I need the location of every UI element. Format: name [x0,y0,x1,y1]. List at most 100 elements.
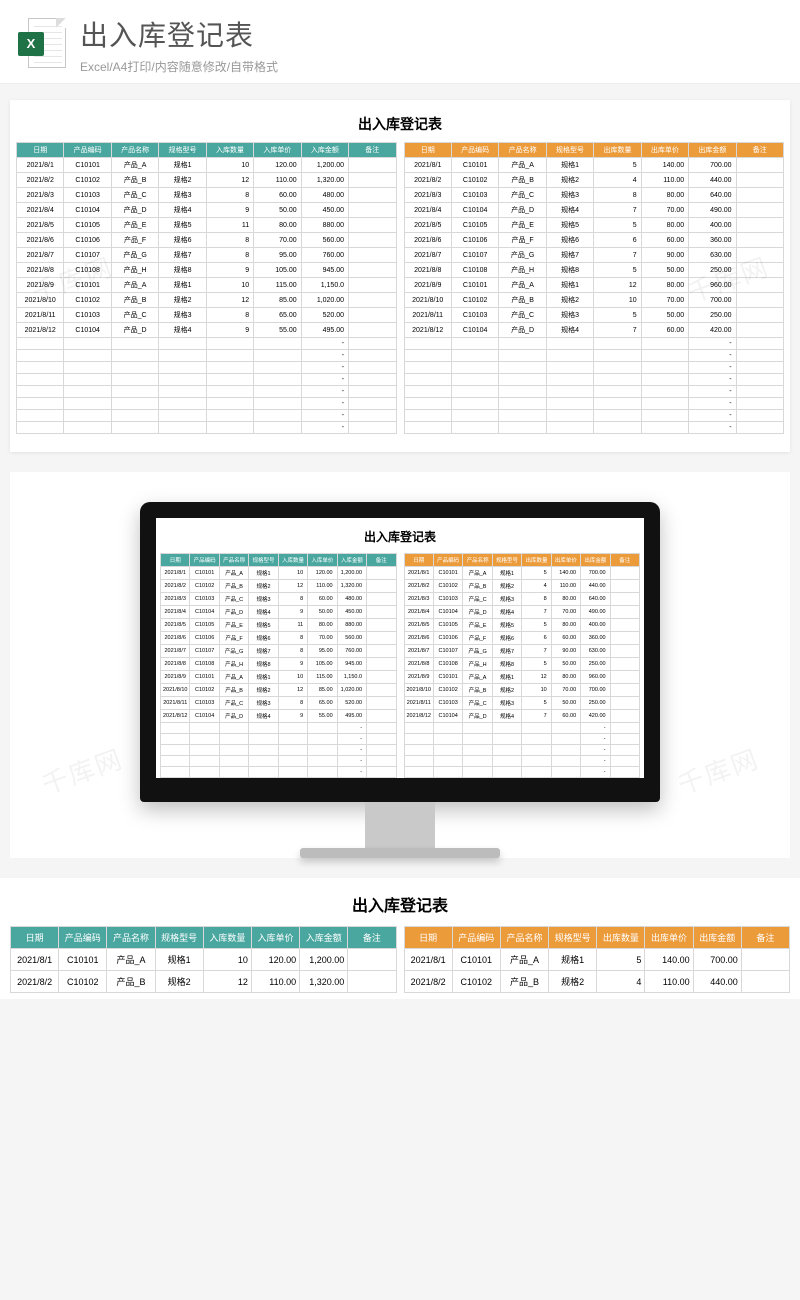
cell: 产品_D [219,710,248,723]
cell: 规格2 [546,293,593,308]
cell [451,386,498,398]
cell [278,723,307,734]
cell: 规格3 [249,593,278,606]
cell: 产品_B [219,684,248,697]
table-gap [396,278,404,293]
cell: - [301,338,348,350]
cell [551,723,580,734]
cell [278,745,307,756]
cell [367,580,396,593]
cell: 规格8 [492,658,521,671]
cell [433,778,462,779]
cell: 560.00 [301,233,348,248]
cell: 产品_A [111,158,158,173]
inout-table: 日期产品编码产品名称规格型号入库数量入库单价入库金额备注日期产品编码产品名称规格… [16,142,784,434]
cell [64,398,111,410]
cell: 700.00 [581,684,610,697]
cell: 6 [522,632,551,645]
cell: 2021/8/5 [404,619,433,632]
cell: 7 [594,323,641,338]
col-header-in: 入库金额 [337,554,366,567]
table-gap [396,756,404,767]
cell [404,723,433,734]
table-gap [396,767,404,778]
cell [367,734,396,745]
cell: 规格8 [249,658,278,671]
cell [404,362,451,374]
cell [161,734,190,745]
cell: 70.00 [641,203,688,218]
cell [610,723,639,734]
table-gap [396,188,404,203]
cell: 8 [278,632,307,645]
cell: 规格4 [546,203,593,218]
col-header-out: 日期 [404,927,452,949]
cell: 55.00 [254,323,301,338]
cell [190,734,219,745]
cell: 115.00 [254,278,301,293]
cell: 12 [203,971,251,993]
cell: 规格5 [492,619,521,632]
cell [492,734,521,745]
cell: 490.00 [581,606,610,619]
table-row: 2021/8/8C10108产品_H规格89105.00945.002021/8… [161,658,640,671]
cell [206,386,253,398]
cell [736,233,783,248]
cell [367,658,396,671]
cell: 产品_B [499,293,546,308]
cell: 规格5 [159,218,206,233]
col-header-in: 日期 [17,143,64,158]
page-header: X 出入库登记表 Excel/A4打印/内容随意修改/自带格式 [0,0,800,84]
cell: 10 [203,949,251,971]
cell [451,362,498,374]
cell: 110.00 [551,580,580,593]
cell: 产品_B [499,173,546,188]
cell [349,398,396,410]
cell: 65.00 [254,308,301,323]
table-gap [396,697,404,710]
cell [522,734,551,745]
table-gap [396,671,404,684]
cell: C10104 [190,710,219,723]
col-header-out: 出库金额 [581,554,610,567]
cell: 2021/8/12 [404,323,451,338]
cell: 产品_E [219,619,248,632]
cell [367,645,396,658]
cell: 110.00 [254,173,301,188]
cell [463,734,492,745]
cell: 2021/8/11 [404,697,433,710]
col-header-in: 产品编码 [190,554,219,567]
cell [492,767,521,778]
cell [161,745,190,756]
cell: 480.00 [301,188,348,203]
cell: 760.00 [337,645,366,658]
cell [610,593,639,606]
cell: 规格3 [492,593,521,606]
col-header-out: 产品编码 [452,927,500,949]
cell [64,362,111,374]
cell [499,350,546,362]
cell: 12 [594,278,641,293]
watermark: 千库网 [672,739,764,803]
cell [610,710,639,723]
cell: C10102 [64,173,111,188]
cell: - [301,386,348,398]
cell [492,778,521,779]
cell: 产品_D [499,323,546,338]
table-gap [396,158,404,173]
cell: C10108 [64,263,111,278]
cell [610,767,639,778]
cell: 12 [522,671,551,684]
cell [349,386,396,398]
cell [111,398,158,410]
cell [522,778,551,779]
table-gap [396,203,404,218]
table-gap [396,567,404,580]
cell: 5 [594,158,641,173]
cell [610,697,639,710]
cell: 产品_H [463,658,492,671]
cell [522,745,551,756]
cell: 440.00 [689,173,736,188]
cell [736,386,783,398]
cell [594,398,641,410]
